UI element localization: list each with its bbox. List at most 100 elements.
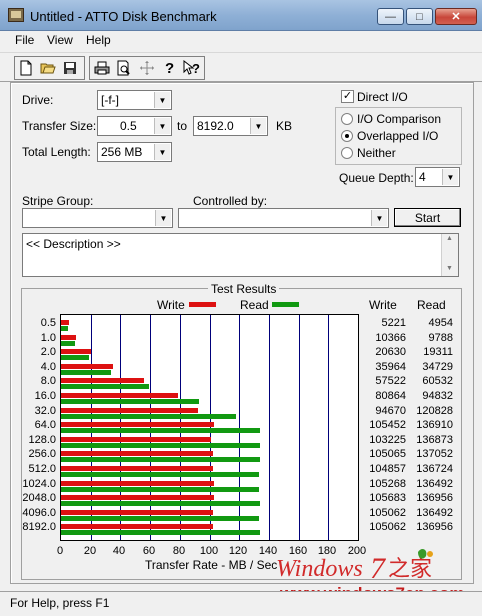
- maximize-button[interactable]: □: [406, 8, 433, 25]
- chart-category-label: 1.0: [40, 332, 56, 344]
- queue-depth-label: Queue Depth:: [339, 171, 414, 185]
- kb-label: KB: [276, 119, 293, 133]
- svg-text:Windows: Windows: [276, 556, 363, 582]
- to-label: to: [177, 119, 188, 133]
- io-comparison-label: I/O Comparison: [357, 112, 442, 126]
- chart-data-label-read: 136492: [416, 478, 453, 490]
- chart-category-label: 8192.0: [22, 521, 56, 533]
- app-window: Untitled - ATTO Disk Benchmark — □ ✕ Fil…: [0, 0, 482, 616]
- chart-data-label-write: 80864: [375, 390, 406, 402]
- chart-category-label: 4096.0: [22, 507, 56, 519]
- chart-bar-read: [61, 370, 111, 375]
- chart-bar-read: [61, 530, 260, 535]
- chart-bar-write: [61, 510, 213, 515]
- chart-data-label-read: 136873: [416, 434, 453, 446]
- column-header-read: Read: [417, 298, 446, 312]
- chart-data-label-write: 105452: [369, 419, 406, 431]
- chart-bar-read: [61, 399, 199, 404]
- chart-data-label-write: 105268: [369, 478, 406, 490]
- neither-radio[interactable]: [341, 147, 353, 159]
- status-text: For Help, press F1: [10, 596, 110, 610]
- chart-data-label-read: 136724: [416, 463, 453, 475]
- scroll-up-icon[interactable]: ▲: [446, 235, 453, 242]
- legend-read-label: Read: [240, 298, 269, 312]
- move-button[interactable]: [137, 58, 157, 78]
- overlapped-io-radio[interactable]: [341, 130, 353, 142]
- chart-bar-read: [61, 326, 68, 331]
- close-icon: ✕: [451, 11, 461, 23]
- chart-bar-write: [61, 466, 213, 471]
- chart-category-label: 2048.0: [22, 492, 56, 504]
- chart-data-label-write: 94670: [375, 405, 406, 417]
- chart-x-tick-label: 100: [199, 545, 219, 557]
- chart-bar-read: [61, 443, 260, 448]
- chart-bar-read: [61, 355, 89, 360]
- context-help-icon: ?: [183, 60, 200, 76]
- chart-bar-write: [61, 349, 91, 354]
- open-button[interactable]: [38, 58, 58, 78]
- status-bar: For Help, press F1: [0, 591, 482, 616]
- transfer-size-from-select[interactable]: 0.5 ▼: [97, 116, 172, 136]
- chart-data-label-read: 137052: [416, 448, 453, 460]
- chart-data-label-write: 104857: [369, 463, 406, 475]
- chart-gridline: [269, 315, 270, 540]
- svg-text:之家: 之家: [388, 557, 432, 582]
- transfer-size-to-select[interactable]: 8192.0 ▼: [193, 116, 268, 136]
- chart-bar-write: [61, 364, 113, 369]
- queue-depth-value: 4: [419, 170, 426, 184]
- description-textarea[interactable]: << Description >> ▲ ▼: [22, 233, 459, 277]
- stripe-group-select[interactable]: ▼: [22, 208, 173, 228]
- save-button[interactable]: [60, 58, 80, 78]
- chart-x-tick-label: 0: [56, 545, 64, 557]
- menu-help[interactable]: Help: [86, 33, 111, 47]
- chart-category-label: 64.0: [34, 419, 56, 431]
- chart-bar-read: [61, 457, 260, 462]
- context-help-button[interactable]: ?: [182, 58, 202, 78]
- chart-bar-write: [61, 437, 211, 442]
- chart-x-tick-label: 40: [112, 545, 126, 557]
- direct-io-checkbox[interactable]: ✓: [341, 90, 354, 103]
- menu-file[interactable]: File: [15, 33, 34, 47]
- toolbar-group-file: [14, 56, 85, 80]
- chart-bar-read: [61, 384, 149, 389]
- chart-bar-read: [61, 341, 75, 346]
- chevron-down-icon: ▼: [250, 118, 266, 134]
- chart-category-label: 2.0: [40, 346, 56, 358]
- chevron-down-icon: ▼: [154, 92, 170, 108]
- chart-bar-write: [61, 495, 214, 500]
- drive-label: Drive:: [22, 93, 54, 107]
- print-button[interactable]: [92, 58, 112, 78]
- chart-bar-read: [61, 516, 259, 521]
- description-scrollbar[interactable]: ▲ ▼: [441, 234, 458, 276]
- total-length-value: 256 MB: [101, 145, 143, 159]
- scroll-down-icon[interactable]: ▼: [446, 265, 453, 272]
- menu-view[interactable]: View: [47, 33, 73, 47]
- controlled-by-select[interactable]: ▼: [178, 208, 389, 228]
- title-bar[interactable]: Untitled - ATTO Disk Benchmark — □ ✕: [0, 0, 482, 31]
- drive-value: [-f-]: [101, 93, 119, 107]
- total-length-label: Total Length:: [22, 145, 91, 159]
- chart-data-label-read: 60532: [422, 375, 453, 387]
- io-comparison-radio[interactable]: [341, 113, 353, 125]
- chart-bar-read: [61, 428, 260, 433]
- chart-bar-read: [61, 501, 260, 506]
- controlled-by-label: Controlled by:: [193, 194, 268, 208]
- help-button[interactable]: ?: [160, 58, 180, 78]
- legend-write-label: Write: [157, 298, 185, 312]
- queue-depth-select[interactable]: 4 ▼: [415, 167, 460, 187]
- close-button[interactable]: ✕: [435, 8, 477, 25]
- minimize-button[interactable]: —: [377, 8, 404, 25]
- chart-data-label-read: 120828: [416, 405, 453, 417]
- chart-bar-write: [61, 451, 213, 456]
- total-length-select[interactable]: 256 MB ▼: [97, 142, 172, 162]
- drive-select[interactable]: [-f-] ▼: [97, 90, 172, 110]
- chart-data-label-read: 94832: [422, 390, 453, 402]
- chart-category-label: 16.0: [34, 390, 56, 402]
- start-button[interactable]: Start: [394, 208, 461, 227]
- test-results-title: Test Results: [208, 282, 280, 296]
- chart-bar-write: [61, 320, 69, 325]
- svg-text:?: ?: [165, 60, 174, 76]
- print-preview-button[interactable]: [114, 58, 134, 78]
- chart-bar-write: [61, 524, 213, 529]
- new-button[interactable]: [16, 58, 36, 78]
